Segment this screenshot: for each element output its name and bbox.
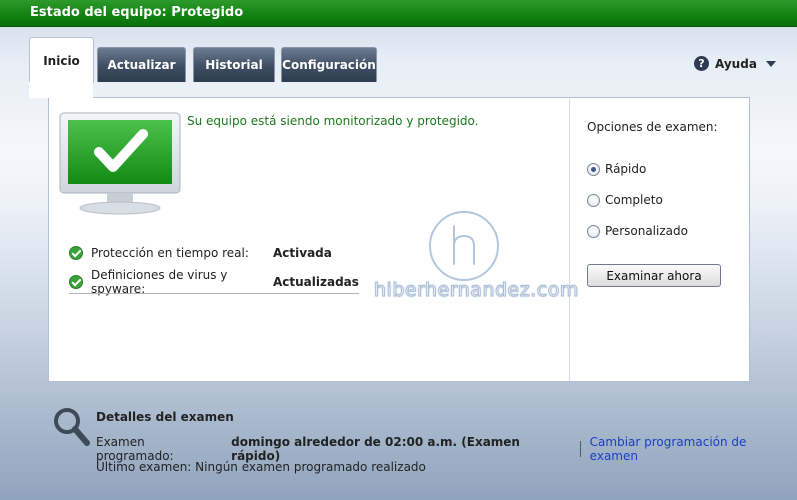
- help-menu[interactable]: ? Ayuda: [694, 56, 776, 71]
- scan-option-rapido[interactable]: Rápido: [587, 162, 646, 176]
- scan-options-panel: Opciones de examen: Rápido Completo Pers…: [569, 98, 750, 381]
- tab-actualizar[interactable]: Actualizar: [97, 47, 186, 82]
- protection-status-message: Su equipo está siendo monitorizado y pro…: [187, 114, 479, 128]
- help-label: Ayuda: [715, 56, 757, 71]
- change-schedule-link[interactable]: Cambiar programación de examen: [590, 435, 797, 463]
- protected-monitor-icon: [59, 112, 181, 215]
- scheduled-scan-line: Examen programado: domingo alrededor de …: [96, 435, 797, 463]
- scheduled-scan-value: domingo alrededor de 02:00 a.m. (Examen …: [231, 435, 520, 463]
- green-check-icon: [69, 246, 83, 260]
- realtime-protection-label: Protección en tiempo real:: [91, 246, 249, 260]
- scan-option-completo[interactable]: Completo: [587, 193, 663, 207]
- radio-button[interactable]: [587, 193, 600, 207]
- magnifier-icon: [54, 408, 90, 446]
- radio-button[interactable]: [587, 162, 600, 176]
- radio-button[interactable]: [587, 224, 600, 238]
- definitions-label: Definiciones de virus y spyware:: [91, 268, 228, 296]
- window-title: Estado del equipo: Protegido: [30, 5, 244, 20]
- watermark-text: hiberhernandez.com: [374, 279, 579, 302]
- scan-details-section: Detalles del examen Examen programado: d…: [0, 395, 797, 485]
- green-check-icon: [69, 275, 83, 289]
- scheduled-scan-label: Examen programado:: [96, 435, 174, 463]
- definitions-row: Definiciones de virus y spyware: Actuali…: [69, 268, 359, 296]
- scan-now-button[interactable]: Examinar ahora: [587, 264, 721, 287]
- watermark: hiberhernandez.com: [372, 208, 579, 308]
- scan-options-heading: Opciones de examen:: [587, 120, 718, 134]
- tab-historial[interactable]: Historial: [193, 47, 275, 82]
- definitions-value: Actualizadas: [273, 275, 359, 289]
- scan-option-personalizado[interactable]: Personalizado: [587, 224, 688, 238]
- scan-details-title: Detalles del examen: [96, 410, 234, 424]
- scan-option-label: Completo: [605, 193, 663, 207]
- scan-option-label: Rápido: [605, 162, 647, 176]
- realtime-protection-value: Activada: [273, 246, 332, 260]
- question-circle-icon: ?: [694, 56, 709, 71]
- security-window: Estado del equipo: Protegido Inicio Actu…: [0, 0, 797, 500]
- chevron-down-icon: [765, 60, 776, 67]
- divider: [69, 293, 359, 294]
- realtime-protection-row: Protección en tiempo real: Activada: [69, 246, 332, 260]
- tab-label: Historial: [205, 58, 263, 72]
- last-scan-line: Último examen: Ningún examen programado …: [96, 460, 426, 474]
- tab-inicio[interactable]: Inicio: [29, 37, 94, 83]
- tab-label: Configuración: [282, 58, 376, 72]
- tab-configuracion[interactable]: Configuración: [281, 47, 377, 82]
- divider: [579, 441, 581, 457]
- watermark-logo-icon: [426, 208, 502, 284]
- tab-label: Inicio: [43, 53, 80, 68]
- tab-label: Actualizar: [107, 58, 176, 72]
- tab-joiner: [29, 82, 93, 98]
- scan-option-label: Personalizado: [605, 224, 688, 238]
- title-bar: Estado del equipo: Protegido: [0, 0, 797, 27]
